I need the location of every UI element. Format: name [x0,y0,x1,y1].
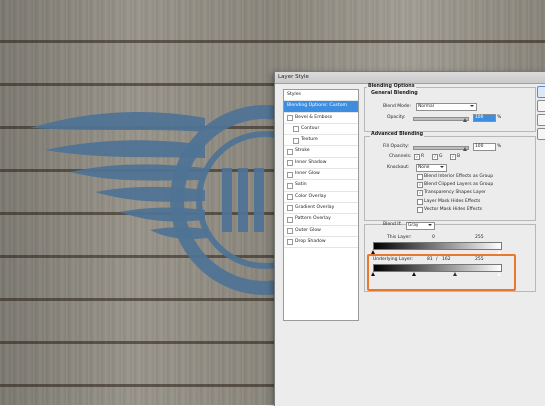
this-layer-high: 255 [475,235,484,240]
sidebar-item-gradient-overlay[interactable]: Gradient Overlay [284,203,358,215]
sidebar-checkbox[interactable] [287,205,293,212]
sidebar-item-inner-shadow[interactable]: Inner Shadow [284,158,358,170]
opacity-percent: % [497,115,502,120]
sidebar-item-label: Inner Glow [295,171,320,177]
advanced-option-label: Transparency Shapes Layer [424,190,486,196]
fill-opacity-input[interactable]: 100 [473,143,496,151]
dialog-title: Layer Style [275,72,545,84]
sidebar-item-texture[interactable]: Texture [284,135,358,147]
sidebar-item-styles[interactable]: Styles [284,90,358,102]
channel-g-checkbox[interactable]: ✓ [432,154,438,160]
underlying-layer-highlight [367,254,516,291]
sidebar-checkbox[interactable] [293,137,299,144]
styles-sidebar: Styles Blending Options: Custom Bevel & Em… [283,89,359,321]
opacity-slider-thumb[interactable] [463,118,467,122]
sidebar-item-label: Color Overlay [295,193,327,199]
advanced-option-checkbox[interactable] [417,174,423,180]
sidebar-item-outer-glow[interactable]: Outer Glow [284,226,358,237]
advanced-option-label: Blend Clipped Layers as Group [424,182,494,188]
ok-button-edge[interactable] [537,86,545,98]
general-blending-title: General Blending [370,91,419,96]
advanced-option-label: Vector Mask Hides Effects [424,206,483,212]
advanced-option-label: Blend Interior Effects as Group [424,174,494,179]
sidebar-item-blending-options-custom[interactable]: Blending Options: Custom [284,101,358,113]
sidebar-item-label: Styles [287,92,301,97]
sidebar-item-label: Gradient Overlay [295,204,335,210]
sidebar-item-label: Drop Shadow [295,238,326,244]
channel-g-label: G [439,154,443,159]
sidebar-item-stroke[interactable]: Stroke [284,146,358,158]
this-layer-label: This Layer: [387,235,412,240]
fill-opacity-percent: % [497,144,502,149]
advanced-option-checkbox[interactable]: ✓ [417,182,423,189]
sidebar-checkbox[interactable] [287,160,293,167]
sidebar-checkbox[interactable] [287,148,293,155]
channel-r-checkbox[interactable]: ✓ [414,154,420,160]
sidebar-checkbox[interactable] [293,126,299,133]
sidebar-item-inner-glow[interactable]: Inner Glow [284,169,358,181]
fill-opacity-slider-thumb[interactable] [463,147,467,151]
sidebar-checkbox[interactable] [287,171,293,178]
sidebar-item-label: Stroke [295,148,310,154]
sidebar-item-drop-shadow[interactable]: Drop Shadow [284,237,358,249]
sidebar-item-label: Satin [295,182,307,188]
advanced-option-checkbox[interactable] [417,206,423,213]
cancel-button-edge[interactable] [537,100,545,112]
channel-b-checkbox[interactable]: ✓ [450,154,456,160]
blend-mode-select[interactable]: Normal [416,103,477,111]
sidebar-item-label: Blending Options: Custom [287,103,347,109]
sidebar-item-label: Texture [301,137,318,143]
sidebar-item-label: Bevel & Emboss [295,114,333,120]
sidebar-item-label: Outer Glow [295,227,321,233]
sidebar-item-label: Inner Shadow [295,159,327,165]
sidebar-item-contour[interactable]: Contour [284,124,358,136]
sidebar-item-label: Contour [301,125,320,131]
blending-options-title: Blending Options [367,84,416,89]
opacity-label: Opacity: [387,115,406,120]
advanced-option-checkbox[interactable]: ✓ [417,190,423,197]
blend-mode-label: Blend Mode: [383,104,412,109]
sidebar-checkbox[interactable] [287,182,293,189]
sidebar-item-pattern-overlay[interactable]: Pattern Overlay [284,214,358,226]
chevron-down-icon [428,224,432,226]
advanced-blending-title: Advanced Blending [370,132,425,137]
sidebar-checkbox[interactable] [287,115,293,122]
channels-label: Channels: [389,154,412,159]
sidebar-item-bevel-emboss[interactable]: Bevel & Emboss [284,113,358,124]
sidebar-checkbox[interactable] [287,239,293,246]
blend-if-label: Blend If: [383,222,402,227]
advanced-option-label: Layer Mask Hides Effects [424,198,481,204]
sidebar-checkbox[interactable] [287,228,293,235]
sidebar-item-label: Pattern Overlay [295,216,331,222]
layer-style-dialog: Layer Style Styles Blending Options: Cust… [274,71,545,406]
opacity-slider[interactable] [413,117,469,121]
sidebar-checkbox[interactable] [287,216,293,223]
channel-b-label: B [457,154,461,159]
channel-r-label: R [421,154,425,159]
chevron-down-icon [440,166,444,168]
opacity-input[interactable]: 100 [473,114,496,122]
knockout-label: Knockout: [387,165,410,170]
advanced-option-checkbox[interactable] [417,198,423,205]
fill-opacity-label: Fill Opacity: [383,144,409,149]
fill-opacity-slider[interactable] [413,146,469,150]
new-style-button-edge[interactable] [537,114,545,126]
sidebar-checkbox[interactable] [287,194,293,201]
this-layer-low: 0 [432,235,435,240]
this-layer-gradient [373,242,502,250]
preview-checkbox-edge[interactable] [537,128,545,140]
chevron-down-icon [470,105,474,107]
sidebar-item-color-overlay[interactable]: Color Overlay [284,192,358,203]
sidebar-item-satin[interactable]: Satin [284,180,358,192]
